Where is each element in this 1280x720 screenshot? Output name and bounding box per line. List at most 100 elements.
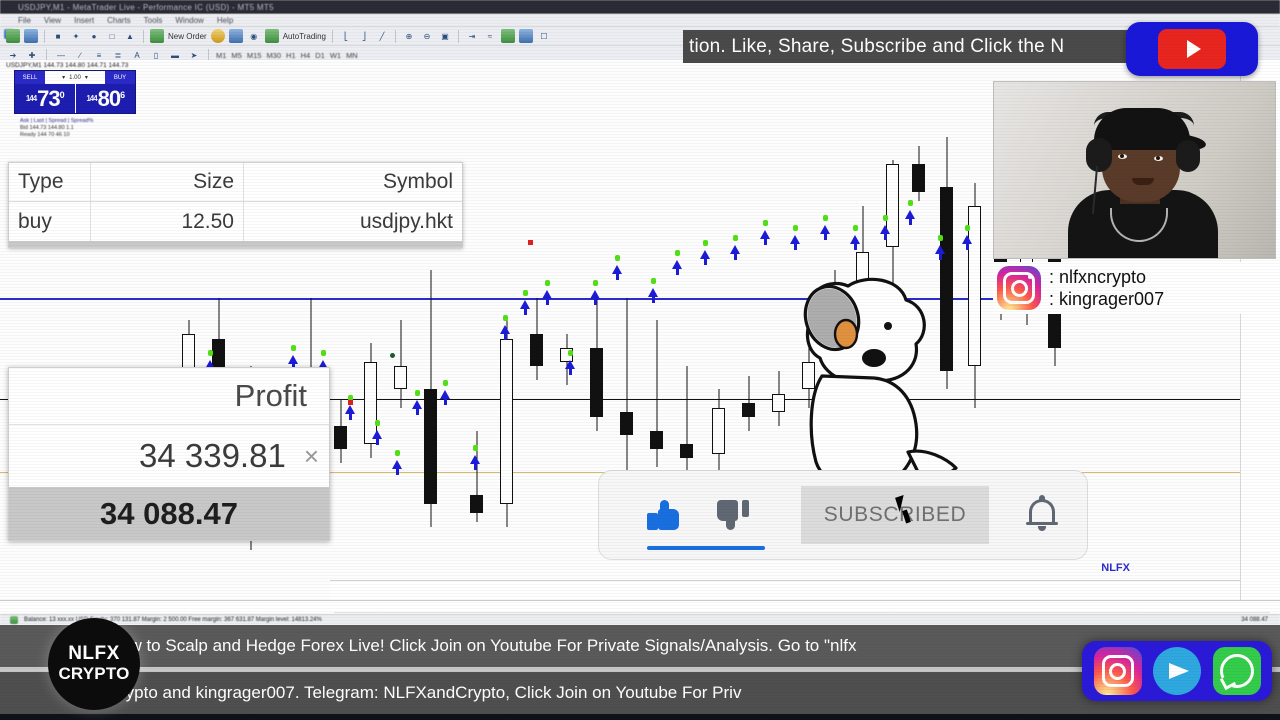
period-h1[interactable]: H1 <box>286 51 296 60</box>
candlestick-chart-icon[interactable]: ⎦ <box>357 29 371 43</box>
new-order-label[interactable]: New Order <box>168 32 207 41</box>
buy-price-prefix: 144 <box>86 94 97 103</box>
menu-item-view[interactable]: View <box>44 16 61 25</box>
menu-item-window[interactable]: Window <box>175 16 203 25</box>
sell-label[interactable]: SELL <box>15 71 45 84</box>
lot-increment-icon[interactable]: ▾ <box>85 74 88 81</box>
buy-label[interactable]: BUY <box>105 71 135 84</box>
signal-dot-icon <box>442 380 448 386</box>
youtube-subscribe-overlay: SUBSCRIBED <box>598 470 1088 560</box>
lot-size-selector[interactable]: ▾ 1.00 ▾ <box>45 71 105 84</box>
bell-body <box>1029 499 1055 524</box>
metaeditor-icon[interactable] <box>210 29 225 43</box>
buy-arrow-stem <box>523 309 527 315</box>
one-click-trading-panel[interactable]: SELL ▾ 1.00 ▾ BUY 144 73 0 144 80 6 <box>14 70 136 114</box>
buy-arrow-icon <box>412 400 422 409</box>
globe-icon[interactable]: ◉ <box>247 29 261 43</box>
thumbs-up-icon[interactable] <box>647 500 765 550</box>
period-m30[interactable]: M30 <box>266 51 281 60</box>
candle-body <box>886 164 899 248</box>
period-m15[interactable]: M15 <box>247 51 262 60</box>
menu-item-file[interactable]: File <box>18 16 31 25</box>
market-watch-icon[interactable]: ■ <box>51 29 65 43</box>
candle-body <box>620 412 633 436</box>
window-title: USDJPY,M1 - MetaTrader Live - Performanc… <box>18 2 274 12</box>
zoom-out-icon[interactable]: ⊖ <box>420 29 434 43</box>
buy-arrow-stem <box>675 269 679 275</box>
quote-sub-line-2: Ready 144 70 46 10 <box>20 132 70 138</box>
buy-arrow-icon <box>500 325 510 334</box>
status-equity: 34 088.47 <box>1241 617 1268 623</box>
lot-decrement-icon[interactable]: ▾ <box>62 74 65 81</box>
buy-arrow-icon <box>542 290 552 299</box>
period-h4[interactable]: H4 <box>301 51 311 60</box>
periods-icon[interactable] <box>518 29 533 43</box>
new-order-icon[interactable] <box>150 29 164 43</box>
buy-price-button[interactable]: 144 80 6 <box>76 84 136 113</box>
expert-advisors-icon[interactable] <box>228 29 243 43</box>
signal-dot-icon <box>472 445 478 451</box>
logo-line-2: CRYPTO <box>58 664 130 683</box>
bar-chart-icon[interactable]: ⎣ <box>339 29 353 43</box>
signal-dot-icon <box>822 215 828 221</box>
period-d1[interactable]: D1 <box>315 51 325 60</box>
subscribed-button[interactable]: SUBSCRIBED <box>801 486 989 544</box>
connection-icon <box>10 616 18 624</box>
toolbar-divider <box>44 29 45 43</box>
new-chart-icon[interactable] <box>6 29 20 43</box>
auto-scroll-icon[interactable]: ▣ <box>438 29 452 43</box>
instagram-icon[interactable] <box>997 266 1041 310</box>
symbol-quote-header: USDJPY,M1 144.73 144.80 144.71 144.73 <box>6 62 129 69</box>
thumbs-down-icon[interactable] <box>717 500 749 530</box>
menu-item-tools[interactable]: Tools <box>144 16 163 25</box>
terminal-icon[interactable]: □ <box>105 29 119 43</box>
buy-arrow-stem <box>938 254 942 260</box>
candle <box>470 60 483 580</box>
period-m5[interactable]: M5 <box>231 51 241 60</box>
buy-arrow-stem <box>908 219 912 225</box>
buy-arrow-icon <box>760 230 770 239</box>
candle-body <box>742 403 755 417</box>
candle-wick <box>626 297 627 482</box>
zoom-in-icon[interactable]: ⊕ <box>402 29 416 43</box>
period-m1[interactable]: M1 <box>216 51 226 60</box>
buy-arrow-stem <box>395 469 399 475</box>
column-header-size: Size <box>91 163 244 201</box>
period-w1[interactable]: W1 <box>330 51 341 60</box>
headphone-right-icon <box>1176 140 1200 172</box>
indicators-icon[interactable]: ≈ <box>483 29 497 43</box>
sell-price-main: 73 <box>37 85 61 111</box>
table-row[interactable]: buy 12.50 usdjpy.hkt <box>9 202 462 241</box>
navigator-icon[interactable]: ● <box>87 29 101 43</box>
menu-item-insert[interactable]: Insert <box>74 16 94 25</box>
autotrading-label[interactable]: AutoTrading <box>283 32 326 41</box>
templates-icon[interactable] <box>500 29 515 43</box>
chart-shift-icon[interactable]: ⇥ <box>465 29 479 43</box>
signal-dot-icon <box>792 225 798 231</box>
cell-symbol: usdjpy.hkt <box>360 209 453 233</box>
profiles-icon[interactable] <box>24 29 38 43</box>
close-icon[interactable]: × <box>304 441 319 472</box>
table-bottom-strip <box>9 241 462 247</box>
data-window-icon[interactable]: ✦ <box>69 29 83 43</box>
menu-item-help[interactable]: Help <box>217 16 233 25</box>
notification-bell-icon[interactable] <box>1025 495 1059 533</box>
buy-arrow-stem <box>763 239 767 245</box>
youtube-badge[interactable] <box>1126 22 1258 76</box>
instagram-link-icon[interactable] <box>1093 647 1142 695</box>
bottom-ticker-text-1: ow to Scalp and Hedge Forex Live! Click … <box>120 636 857 655</box>
whatsapp-link-icon[interactable] <box>1212 647 1261 695</box>
strategy-tester-icon[interactable]: ▲ <box>123 29 137 43</box>
buy-arrow-stem <box>443 399 447 405</box>
sell-price-button[interactable]: 144 73 0 <box>15 84 75 113</box>
line-chart-icon[interactable]: ╱ <box>375 29 389 43</box>
autotrading-icon[interactable] <box>264 29 279 43</box>
telegram-link-icon[interactable] <box>1153 647 1201 695</box>
buy-arrow-icon <box>288 355 298 364</box>
menu-item-charts[interactable]: Charts <box>107 16 131 25</box>
buy-arrow-stem <box>473 464 477 470</box>
properties-icon[interactable]: ☐ <box>537 29 551 43</box>
signal-dot-icon <box>502 315 508 321</box>
period-mn[interactable]: MN <box>346 51 358 60</box>
one-click-price-row: 144 73 0 144 80 6 <box>15 84 135 113</box>
